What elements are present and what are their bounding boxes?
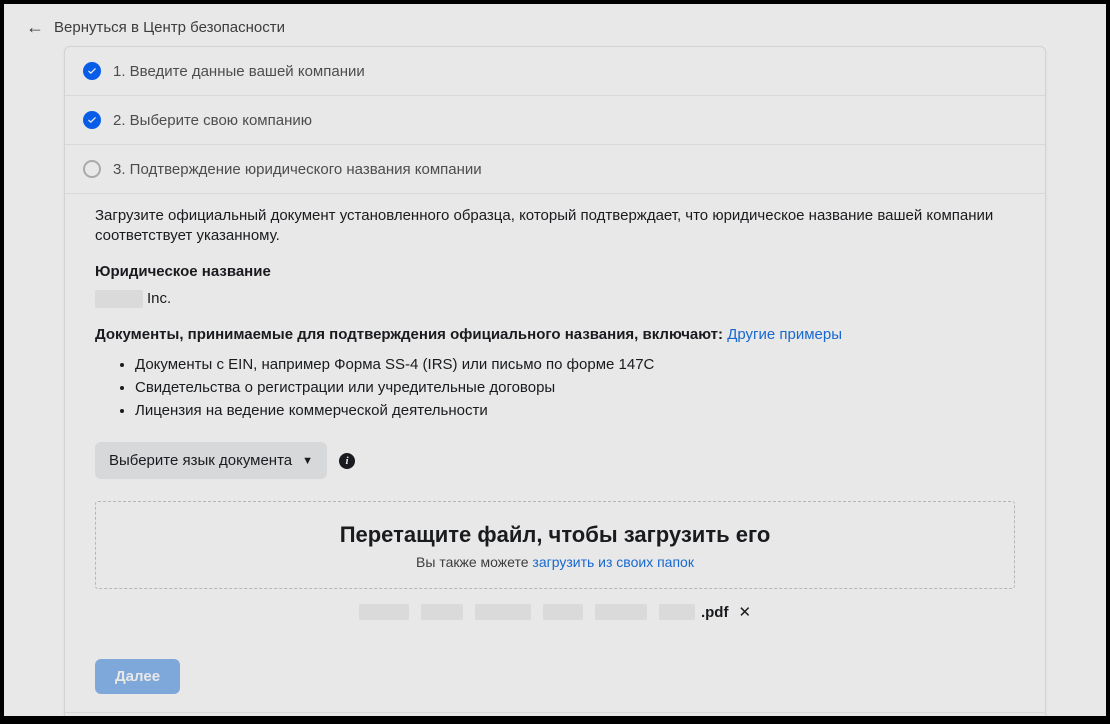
list-item: Документы с EIN, например Форма SS-4 (IR… [135, 353, 1015, 376]
instruction-text: Загрузите официальный документ установле… [95, 206, 1015, 247]
uploaded-file-row: .pdf ✕ [95, 603, 1015, 621]
step-3-row[interactable]: 3. Подтверждение юридического названия к… [65, 145, 1045, 194]
verification-panel: 1. Введите данные вашей компании 2. Выбе… [64, 46, 1046, 716]
legal-name-value: Inc. [95, 290, 1015, 308]
redacted-filename [359, 604, 695, 620]
arrow-left-icon: ← [26, 18, 44, 36]
dropzone-subtitle: Вы также можете загрузить из своих папок [106, 554, 1004, 570]
lang-select-label: Выберите язык документа [109, 452, 292, 469]
document-language-select[interactable]: Выберите язык документа ▼ [95, 442, 327, 479]
info-icon[interactable]: i [339, 453, 355, 469]
chevron-down-icon: ▼ [302, 455, 313, 467]
next-button[interactable]: Далее [95, 659, 180, 694]
redacted-block [95, 290, 143, 308]
check-circle-icon [83, 111, 101, 129]
file-ext: .pdf [701, 604, 729, 621]
dropzone-title: Перетащите файл, чтобы загрузить его [106, 522, 1004, 548]
radio-icon [83, 160, 101, 178]
legal-name-suffix: Inc. [147, 290, 171, 307]
accepted-docs-list: Документы с EIN, например Форма SS-4 (IR… [95, 353, 1015, 423]
remove-file-button[interactable]: ✕ [738, 603, 751, 621]
step-1-label: 1. Введите данные вашей компании [113, 63, 365, 80]
back-header[interactable]: ← Вернуться в Центр безопасности [4, 4, 1106, 46]
more-examples-link[interactable]: Другие примеры [727, 326, 842, 343]
accepted-docs-label: Документы, принимаемые для подтверждения… [95, 326, 1015, 343]
step-3-label: 3. Подтверждение юридического названия к… [113, 161, 482, 178]
back-label: Вернуться в Центр безопасности [54, 19, 285, 36]
list-item: Лицензия на ведение коммерческой деятель… [135, 399, 1015, 422]
browse-files-link[interactable]: загрузить из своих папок [532, 554, 694, 570]
step-3-content: Загрузите официальный документ установле… [65, 194, 1045, 645]
step-4-row[interactable]: 4. Подтвердите адрес вашей компании и но… [65, 713, 1045, 716]
check-circle-icon [83, 62, 101, 80]
file-dropzone[interactable]: Перетащите файл, чтобы загрузить его Вы … [95, 501, 1015, 589]
step-1-row[interactable]: 1. Введите данные вашей компании [65, 47, 1045, 96]
step-2-label: 2. Выберите свою компанию [113, 112, 312, 129]
legal-name-label: Юридическое название [95, 263, 1015, 280]
list-item: Свидетельства о регистрации или учредите… [135, 376, 1015, 399]
step-2-row[interactable]: 2. Выберите свою компанию [65, 96, 1045, 145]
